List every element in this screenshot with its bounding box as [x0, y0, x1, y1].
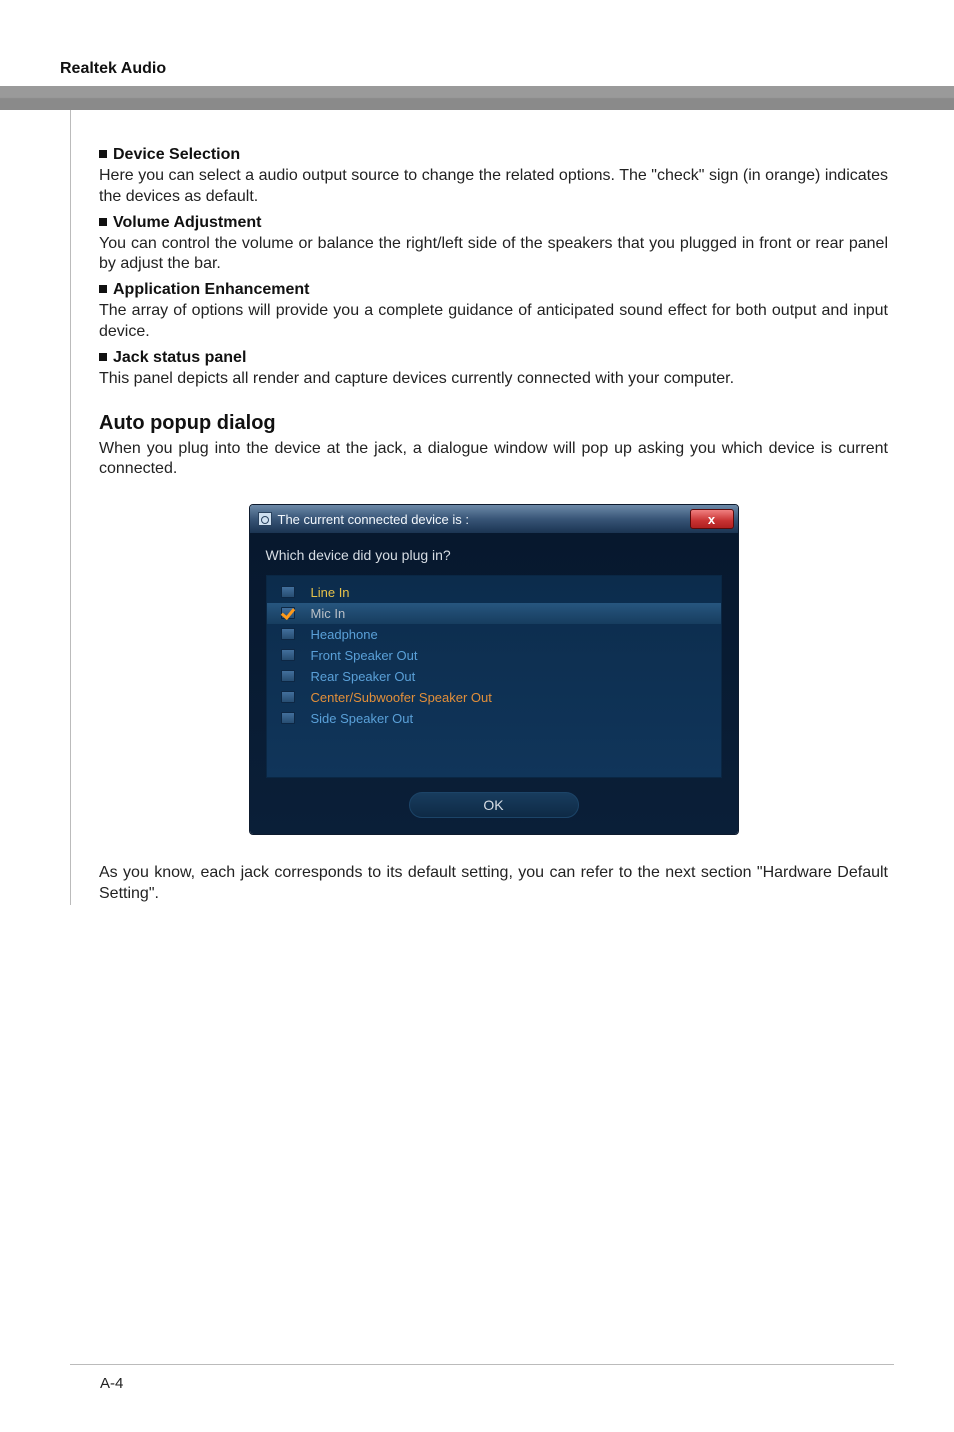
heading-text: Device Selection: [113, 146, 240, 163]
dialog-titlebar: The current connected device is : x: [250, 505, 738, 533]
heading-text: Application Enhancement: [113, 281, 309, 298]
text-volume-adjustment: You can control the volume or balance th…: [99, 234, 888, 276]
device-option-label: Side Speaker Out: [311, 711, 414, 726]
dialog-screenshot: The current connected device is : x Whic…: [99, 504, 888, 835]
device-dialog: The current connected device is : x Whic…: [249, 504, 739, 835]
heading-text: Volume Adjustment: [113, 214, 261, 231]
device-option[interactable]: Mic In: [267, 603, 721, 624]
device-option-label: Center/Subwoofer Speaker Out: [311, 690, 492, 705]
device-option[interactable]: Line In: [267, 582, 721, 603]
heading-auto-popup: Auto popup dialog: [99, 412, 888, 435]
device-option-label: Headphone: [311, 627, 378, 642]
text-jack-status: This panel depicts all render and captur…: [99, 369, 888, 390]
speaker-icon: [258, 512, 272, 526]
bullet-square-icon: [99, 150, 107, 158]
checkbox-icon: [281, 649, 299, 663]
dialog-question: Which device did you plug in?: [266, 547, 722, 563]
bullet-square-icon: [99, 353, 107, 361]
ok-button[interactable]: OK: [409, 792, 579, 818]
device-option[interactable]: Rear Speaker Out: [267, 666, 721, 687]
text-device-selection: Here you can select a audio output sourc…: [99, 166, 888, 208]
device-option[interactable]: Headphone: [267, 624, 721, 645]
heading-device-selection: Device Selection: [99, 146, 888, 164]
heading-text: Jack status panel: [113, 349, 246, 366]
heading-volume-adjustment: Volume Adjustment: [99, 214, 888, 232]
footer-rule: [70, 1364, 894, 1365]
dialog-title: The current connected device is :: [278, 512, 690, 527]
heading-application-enhancement: Application Enhancement: [99, 281, 888, 299]
page-footer: A-4: [0, 1364, 954, 1392]
dialog-body: Which device did you plug in? Line In Mic…: [250, 533, 738, 834]
device-option-label: Mic In: [311, 606, 346, 621]
page-header-title: Realtek Audio: [60, 60, 894, 78]
device-option[interactable]: Side Speaker Out: [267, 708, 721, 729]
device-list: Line In Mic In Headphone Front Speaker Out R…: [266, 575, 722, 778]
bullet-square-icon: [99, 218, 107, 226]
close-button[interactable]: x: [690, 509, 734, 529]
checkbox-icon: [281, 691, 299, 705]
device-option-label: Line In: [311, 585, 350, 600]
bullet-square-icon: [99, 285, 107, 293]
content-area: Device Selection Here you can select a a…: [70, 110, 894, 905]
checkbox-icon: [281, 628, 299, 642]
page-number: A-4: [100, 1375, 954, 1392]
device-option[interactable]: Center/Subwoofer Speaker Out: [267, 687, 721, 708]
checkbox-icon: [281, 607, 299, 621]
device-option-label: Rear Speaker Out: [311, 669, 416, 684]
header-divider-bar: [0, 86, 954, 110]
heading-jack-status: Jack status panel: [99, 349, 888, 367]
device-option[interactable]: Front Speaker Out: [267, 645, 721, 666]
device-option-label: Front Speaker Out: [311, 648, 418, 663]
text-auto-popup-intro: When you plug into the device at the jac…: [99, 439, 888, 481]
checkbox-icon: [281, 712, 299, 726]
checkbox-icon: [281, 670, 299, 684]
checkbox-icon: [281, 586, 299, 600]
text-application-enhancement: The array of options will provide you a …: [99, 301, 888, 343]
text-auto-popup-outro: As you know, each jack corresponds to it…: [99, 863, 888, 905]
